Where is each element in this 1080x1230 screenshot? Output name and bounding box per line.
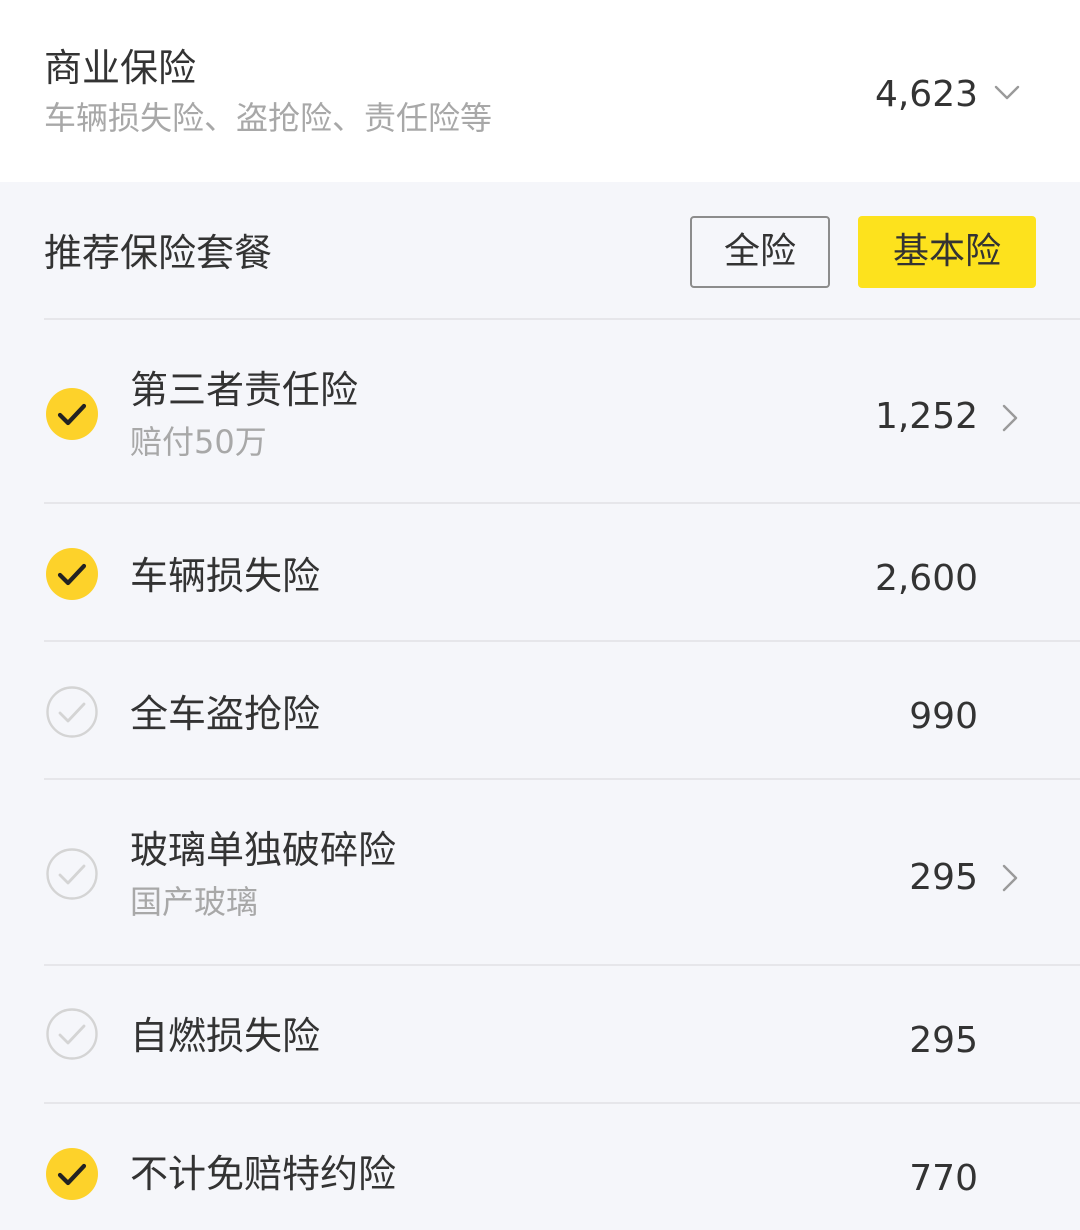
insurance-price: 295: [909, 857, 978, 898]
insurance-price: 1,252: [874, 396, 978, 437]
checked-icon[interactable]: [46, 388, 98, 440]
insurance-label: 玻璃单独破碎险: [130, 828, 397, 872]
checked-icon[interactable]: [46, 1148, 98, 1200]
commercial-insurance-subtitle: 车辆损失险、盗抢险、责任险等: [44, 99, 493, 137]
chevron-right-icon[interactable]: [998, 400, 1022, 436]
insurance-label: 第三者责任险: [130, 368, 359, 412]
basic-coverage-button[interactable]: 基本险: [858, 216, 1036, 288]
insurance-price: 295: [909, 1020, 978, 1061]
insurance-row-third-party[interactable]: 第三者责任险 赔付50万 1,252: [0, 320, 1080, 502]
full-coverage-button[interactable]: 全险: [690, 216, 830, 288]
commercial-insurance-title: 商业保险: [44, 46, 197, 90]
insurance-label: 不计免赔特约险: [130, 1152, 397, 1196]
insurance-label: 自燃损失险: [130, 1014, 321, 1058]
insurance-row-combustion[interactable]: 自燃损失险 295: [0, 966, 1080, 1102]
insurance-price: 990: [909, 696, 978, 737]
insurance-row-theft[interactable]: 全车盗抢险 990: [0, 642, 1080, 778]
commercial-insurance-header[interactable]: 商业保险 车辆损失险、盗抢险、责任险等 4,623: [0, 0, 1080, 182]
unchecked-icon[interactable]: [46, 1008, 98, 1060]
insurance-row-vehicle-damage[interactable]: 车辆损失险 2,600: [0, 504, 1080, 640]
unchecked-icon[interactable]: [46, 686, 98, 738]
insurance-label: 车辆损失险: [130, 554, 321, 598]
chevron-right-icon[interactable]: [998, 860, 1022, 896]
commercial-insurance-total: 4,623: [874, 74, 978, 115]
insurance-price: 2,600: [874, 558, 978, 599]
insurance-row-glass[interactable]: 玻璃单独破碎险 国产玻璃 295: [0, 780, 1080, 962]
insurance-row-no-deductible[interactable]: 不计免赔特约险 770: [0, 1104, 1080, 1230]
insurance-sub-label: 国产玻璃: [130, 883, 259, 921]
insurance-sub-label: 赔付50万: [130, 423, 267, 461]
checked-icon[interactable]: [46, 548, 98, 600]
insurance-price: 770: [909, 1158, 978, 1199]
chevron-down-icon[interactable]: [992, 78, 1022, 108]
unchecked-icon[interactable]: [46, 848, 98, 900]
insurance-label: 全车盗抢险: [130, 692, 321, 736]
recommended-package-title: 推荐保险套餐: [44, 231, 273, 275]
